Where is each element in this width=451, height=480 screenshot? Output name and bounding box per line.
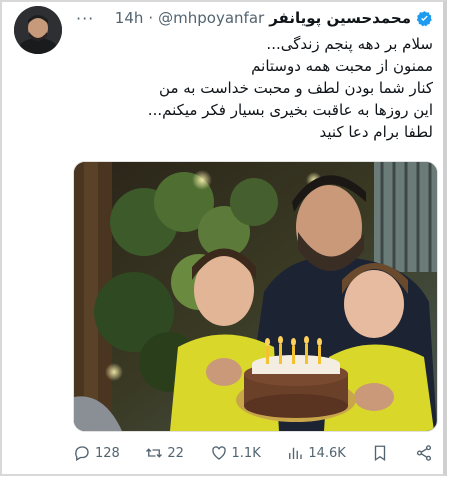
- tweet-line: سلام بر دهه پنجم زندگی...: [266, 35, 433, 53]
- avatar[interactable]: [14, 6, 62, 54]
- author-name[interactable]: محمدحسین پویانفر: [269, 9, 411, 27]
- tweet-photo[interactable]: [73, 161, 438, 432]
- author-row: 14h · @mhpoyanfar محمدحسین پویانفر: [115, 9, 433, 27]
- tweet-line: کنار شما بودن لطف و محبت خداست به من: [159, 79, 433, 97]
- tweet-line: ممنون از محبت همه دوستانم: [251, 57, 433, 75]
- birthday-photo: [74, 162, 437, 431]
- tweet-text: سلام بر دهه پنجم زندگی... ممنون از محبت …: [77, 33, 433, 143]
- views-icon: [289, 447, 302, 459]
- views-button[interactable]: 14.6K: [286, 444, 346, 462]
- avatar-photo: [14, 6, 62, 54]
- share-button[interactable]: [415, 444, 433, 462]
- retweet-count: 22: [167, 445, 184, 461]
- tweet-time[interactable]: 14h: [115, 9, 144, 27]
- reply-icon: [75, 446, 89, 461]
- bookmark-icon: [375, 445, 386, 462]
- more-icon[interactable]: ···: [76, 9, 94, 28]
- bookmark-button[interactable]: [371, 444, 389, 462]
- author-handle[interactable]: @mhpoyanfar: [158, 9, 264, 27]
- like-count: 1.1K: [231, 445, 261, 461]
- reply-button[interactable]: 128: [73, 444, 120, 462]
- share-icon: [416, 445, 432, 461]
- like-button[interactable]: 1.1K: [210, 444, 261, 462]
- retweet-icon: [146, 448, 163, 458]
- separator: ·: [148, 9, 154, 27]
- tweet-actions: 128 22 1.1K 14.6K: [73, 443, 433, 463]
- retweet-button[interactable]: 22: [145, 444, 184, 462]
- tweet-header: ··· 14h · @mhpoyanfar محمدحسین پویانفر: [76, 8, 433, 28]
- like-icon: [211, 446, 226, 460]
- reply-count: 128: [95, 445, 120, 461]
- verified-badge-icon: [416, 10, 432, 26]
- tweet-line: این روزها به عاقبت بخیری بسیار فکر میکنم…: [147, 101, 433, 119]
- views-count: 14.6K: [308, 445, 346, 461]
- tweet-line: لطفا برام دعا کنید: [319, 123, 433, 141]
